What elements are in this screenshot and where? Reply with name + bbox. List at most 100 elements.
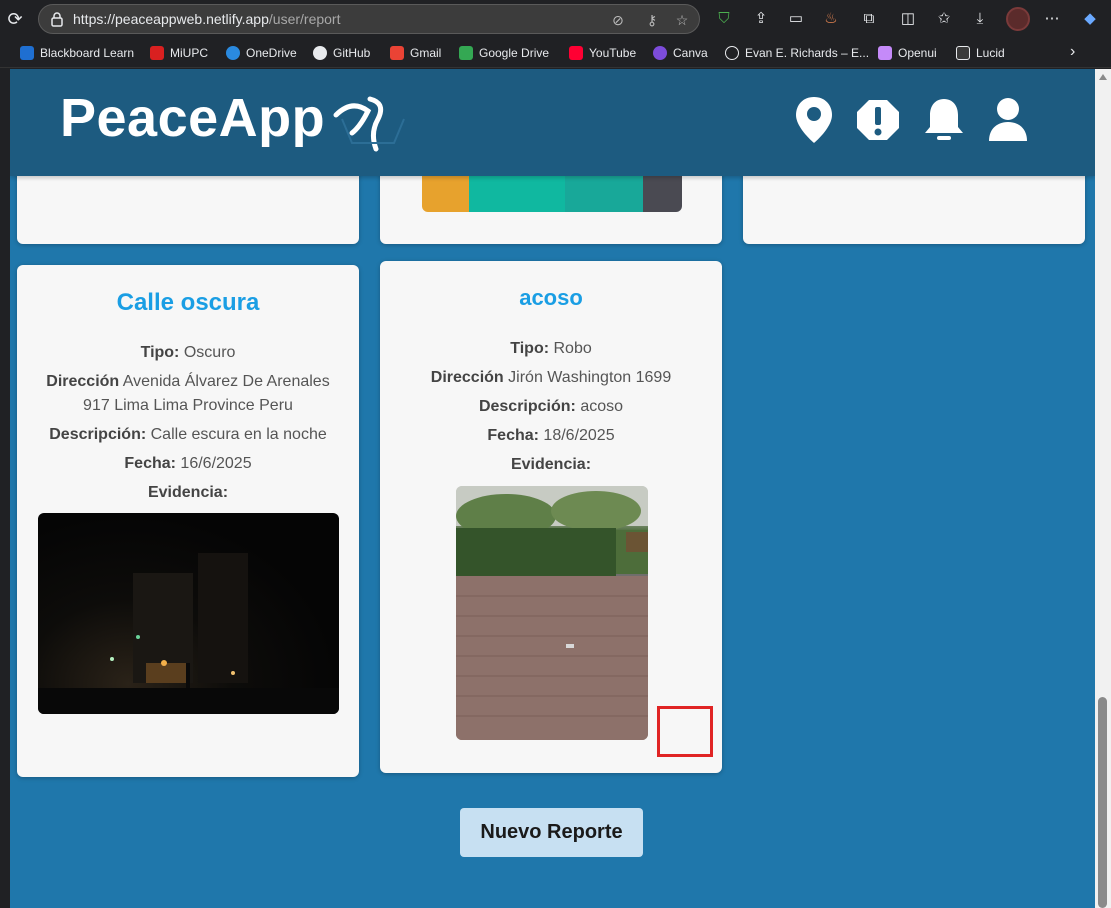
bookmark-lucid[interactable]: Lucid <box>956 44 1005 62</box>
address-bar[interactable]: https://peaceappweb.netlify.app/user/rep… <box>38 4 700 34</box>
fecha-value: 18/6/2025 <box>543 427 615 444</box>
bookmark-canva[interactable]: Canva <box>653 44 708 62</box>
scroll-up-arrow-icon[interactable] <box>1099 74 1107 80</box>
evidence-image[interactable] <box>456 486 648 740</box>
extensions-icon[interactable]: ⧉ <box>858 9 880 29</box>
reload-icon[interactable]: ⟳ <box>4 8 26 30</box>
direccion-value: Jirón Washington 1699 <box>508 369 672 386</box>
url-host: https://peaceappweb.netlify.app <box>73 11 269 27</box>
blackboard-icon <box>20 46 34 60</box>
onedrive-icon <box>226 46 240 60</box>
new-report-button[interactable]: Nuevo Reporte <box>460 808 643 857</box>
fecha-label: Fecha: <box>487 427 539 444</box>
favorites-icon[interactable]: ✩ <box>933 9 955 29</box>
bookmark-label: YouTube <box>589 46 637 60</box>
app-header: PeaceApp <box>10 69 1095 176</box>
gmail-icon <box>390 46 404 60</box>
descripcion-label: Descripción: <box>478 398 576 415</box>
miupc-icon <box>150 46 164 60</box>
alert-icon[interactable] <box>856 95 900 145</box>
url-text: https://peaceappweb.netlify.app/user/rep… <box>73 11 340 27</box>
bookmark-gmail[interactable]: Gmail <box>390 44 441 62</box>
bookmark-github[interactable]: GitHub <box>313 44 370 62</box>
tipo-value: Robo <box>553 340 592 357</box>
app-logo[interactable]: PeaceApp <box>60 87 325 149</box>
scrollbar-thumb[interactable] <box>1098 697 1107 908</box>
google-drive-icon <box>459 46 473 60</box>
github-icon <box>313 46 327 60</box>
key-icon[interactable]: ⚷ <box>643 11 661 29</box>
more-menu-icon[interactable]: ⋯ <box>1041 9 1063 29</box>
report-descripcion: Descripción: Calle escura en la noche <box>27 423 349 447</box>
bookmark-label: Lucid <box>976 46 1005 60</box>
peace-logo-icon <box>333 96 405 152</box>
location-pin-icon[interactable] <box>792 95 836 145</box>
bookmark-label: Gmail <box>410 46 442 60</box>
bookmark-miupc[interactable]: MiUPC <box>150 44 208 62</box>
shield-icon[interactable]: ⛉ <box>713 9 735 29</box>
bookmarks-overflow-icon[interactable]: › <box>1070 43 1075 61</box>
bookmark-label: Openui <box>898 46 937 60</box>
bell-icon[interactable] <box>922 95 966 145</box>
bookmark-label: Evan E. Richards – E... <box>745 46 870 60</box>
report-evidencia: Evidencia: <box>27 481 349 505</box>
extension-upload-icon[interactable]: ⇪ <box>750 9 772 29</box>
report-tipo: Tipo: Oscuro <box>27 341 349 365</box>
evidencia-label: Evidencia: <box>147 484 229 501</box>
evidence-image[interactable] <box>38 513 339 714</box>
extension-window-icon[interactable]: ▭ <box>785 9 807 29</box>
user-icon[interactable] <box>986 95 1030 145</box>
copilot-icon[interactable]: ◆ <box>1079 9 1101 29</box>
openui-icon <box>878 46 892 60</box>
report-fecha: Fecha: 16/6/2025 <box>27 452 349 476</box>
extension-fire-icon[interactable]: ♨ <box>820 9 842 29</box>
report-title: acoso <box>519 285 583 310</box>
direccion-label: Dirección <box>430 369 504 386</box>
bookmark-youtube[interactable]: YouTube <box>569 44 636 62</box>
bookmark-label: Google Drive <box>479 46 550 60</box>
star-icon[interactable]: ☆ <box>673 11 691 29</box>
report-card: Calle oscura Tipo: Oscuro Dirección Aven… <box>17 265 359 777</box>
report-descripcion: Descripción: acoso <box>390 395 712 419</box>
fecha-label: Fecha: <box>124 455 176 472</box>
bookmark-onedrive[interactable]: OneDrive <box>226 44 297 62</box>
bookmark-label: MiUPC <box>170 46 208 60</box>
url-path: /user/report <box>268 11 341 27</box>
canva-icon <box>653 46 667 60</box>
bookmark-blackboard[interactable]: Blackboard Learn <box>20 44 134 62</box>
bookmark-label: OneDrive <box>246 46 297 60</box>
bookmark-google-drive[interactable]: Google Drive <box>459 44 549 62</box>
bookmark-label: Canva <box>673 46 708 60</box>
report-fecha: Fecha: 18/6/2025 <box>390 424 712 448</box>
split-screen-icon[interactable]: ◫ <box>897 9 919 29</box>
bookmark-evan-richards[interactable]: Evan E. Richards – E... <box>725 44 869 62</box>
download-icon[interactable]: ⤓ <box>969 9 991 29</box>
report-direccion: Dirección Avenida Álvarez De Arenales <box>27 370 349 394</box>
lucid-icon <box>956 46 970 60</box>
report-direccion: Dirección Jirón Washington 1699 <box>390 366 712 390</box>
night-street-photo <box>38 553 339 714</box>
lock-icon <box>51 12 63 27</box>
direccion-label: Dirección <box>46 373 120 390</box>
report-card: acoso Tipo: Robo Dirección Jirón Washing… <box>380 261 722 773</box>
globe-icon <box>725 46 739 60</box>
tipo-label: Tipo: <box>140 344 180 361</box>
street-photo <box>456 486 648 740</box>
direccion-value: Avenida Álvarez De Arenales <box>122 373 330 390</box>
profile-avatar[interactable] <box>1006 7 1030 31</box>
evidencia-label: Evidencia: <box>510 456 592 473</box>
youtube-icon <box>569 46 583 60</box>
report-evidencia: Evidencia: <box>390 453 712 477</box>
tipo-label: Tipo: <box>510 340 550 357</box>
selection-highlight <box>657 706 713 757</box>
fecha-value: 16/6/2025 <box>180 455 252 472</box>
descripcion-value: acoso <box>580 398 624 415</box>
bookmark-openui[interactable]: Openui <box>878 44 937 62</box>
bookmarks-bar: Blackboard Learn MiUPC OneDrive GitHub G… <box>0 38 1111 68</box>
report-direccion-cont: 917 Lima Lima Province Peru <box>83 397 293 414</box>
descripcion-label: Descripción: <box>49 426 147 443</box>
tipo-value: Oscuro <box>183 344 236 361</box>
page-viewport: PeaceApp Calle oscura Tipo: Oscuro Direc… <box>10 69 1095 908</box>
descripcion-value: Calle escura en la noche <box>150 426 327 443</box>
tracking-icon[interactable]: ⊘ <box>609 11 627 29</box>
